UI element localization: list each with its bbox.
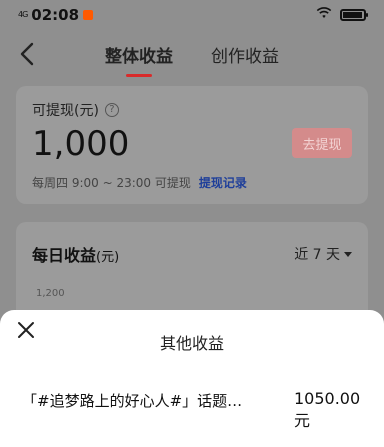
withdrawable-amount: 1,000 — [32, 124, 130, 164]
question-icon[interactable]: ? — [104, 103, 119, 117]
battery-level — [343, 12, 362, 18]
tab-overall-earnings[interactable]: 整体收益 — [103, 40, 175, 77]
withdrawable-label: 可提现(元) — [32, 103, 99, 119]
other-earnings-sheet: 其他收益 「#追梦路上的好心人#」话题… 1050.00 元 — [0, 310, 384, 447]
date-range-select[interactable]: 近 7 天 — [294, 244, 352, 264]
sheet-title: 其他收益 — [159, 334, 224, 353]
daily-earnings-unit: (元) — [96, 250, 120, 265]
earning-item-label: 「#追梦路上的好心人#」话题… — [22, 392, 243, 410]
daily-earnings-title: 每日收益(元) — [32, 242, 119, 266]
date-range-label: 近 7 天 — [294, 247, 340, 263]
top-nav: 整体收益 创作收益 — [0, 32, 384, 80]
withdraw-record-link[interactable]: 提现记录 — [199, 174, 247, 191]
status-bar: 4G 02:08 — [0, 0, 384, 30]
daily-earnings-title-text: 每日收益 — [32, 246, 97, 265]
tab-creation-earnings[interactable]: 创作收益 — [209, 40, 281, 77]
status-left: 4G 02:08 — [18, 6, 94, 24]
earning-item-value: 1050.00 元 — [294, 389, 361, 430]
y-axis-tick: 1,200 — [36, 288, 65, 299]
caret-down-icon — [344, 246, 352, 262]
withdraw-schedule-note: 每周四 9:00 ~ 23:00 可提现 — [32, 176, 191, 190]
wifi-icon — [316, 6, 332, 24]
status-time: 02:08 — [31, 6, 80, 24]
list-item[interactable]: 「#追梦路上的好心人#」话题… 1050.00 元 — [22, 388, 362, 438]
tab-bar: 整体收益 创作收益 — [0, 40, 384, 77]
withdrawable-label-row: 可提现(元) ? — [32, 100, 119, 120]
notification-icon — [83, 10, 94, 20]
withdraw-note-row: 每周四 9:00 ~ 23:00 可提现 提现记录 — [32, 174, 247, 191]
withdraw-button[interactable]: 去提现 — [292, 128, 352, 158]
withdrawable-card: 可提现(元) ? 1,000 去提现 每周四 9:00 ~ 23:00 可提现 … — [16, 86, 368, 204]
signal-icon: 4G — [18, 10, 28, 19]
status-right — [316, 6, 368, 24]
battery-icon — [340, 9, 368, 21]
